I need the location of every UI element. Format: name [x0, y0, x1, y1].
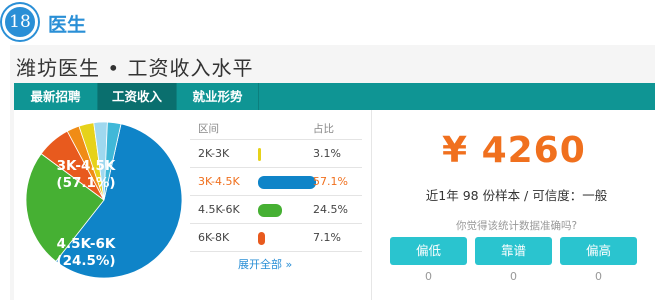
vote-low-button[interactable]: 偏低	[390, 237, 467, 265]
row-share: 57.1%	[313, 175, 348, 188]
header-range: 区间	[198, 123, 219, 135]
accuracy-question: 你觉得该统计数据准确吗?	[455, 220, 578, 232]
vote-high-count: 0	[595, 270, 602, 283]
average-salary: ¥ 4260	[442, 130, 586, 171]
tab-bar: 最新招聘 工资收入 就业形势	[14, 83, 655, 110]
row-range: 4.5K-6K	[198, 203, 240, 216]
vote-reliable-button[interactable]: 靠谱	[475, 237, 552, 265]
pie-label-big-pct: (57.1%)	[56, 175, 115, 191]
section-title: 医生	[48, 14, 87, 36]
row-share-bar	[258, 232, 265, 245]
row-range: 2K-3K	[198, 147, 230, 160]
tab-employment-outlook[interactable]: 就业形势	[177, 83, 259, 110]
table-row: 4.5K-6K 24.5%	[190, 196, 362, 224]
vote-reliable-count: 0	[510, 270, 517, 283]
salary-pie-chart: 3K-4.5K (57.1%) 4.5K-6K (24.5%)	[25, 121, 183, 279]
table-row: 6K-8K 7.1%	[190, 224, 362, 252]
pie-label-mid-pct: (24.5%)	[56, 253, 115, 269]
row-share: 24.5%	[313, 203, 348, 216]
panel-content: 3K-4.5K (57.1%) 4.5K-6K (24.5%) 区间 占比 2K…	[14, 110, 655, 300]
divider	[371, 110, 372, 300]
tab-salary-income[interactable]: 工资收入	[97, 83, 177, 110]
table-header: 区间 占比	[190, 118, 362, 140]
table-row: 3K-4.5K 57.1%	[190, 168, 362, 196]
row-share: 7.1%	[313, 231, 341, 244]
row-range: 3K-4.5K	[198, 175, 240, 188]
header-share: 占比	[313, 123, 334, 135]
section-number-badge: 18	[2, 4, 38, 40]
expand-all-link[interactable]: 展开全部 »	[238, 256, 292, 272]
vote-low-count: 0	[425, 270, 432, 283]
row-share-bar	[258, 204, 282, 217]
section-header: 18 医生	[0, 0, 655, 44]
row-range: 6K-8K	[198, 231, 230, 244]
salary-panel: 潍坊医生 • 工资收入水平 最新招聘 工资收入 就业形势 3K-4.5K (57…	[10, 45, 655, 300]
pie-label-mid-range: 4.5K-6K	[57, 236, 116, 252]
tab-latest-jobs[interactable]: 最新招聘	[14, 83, 97, 110]
row-share-bar	[258, 176, 316, 189]
pie-label-big-range: 3K-4.5K	[57, 158, 116, 174]
vote-high-button[interactable]: 偏高	[560, 237, 637, 265]
section-number: 18	[9, 12, 31, 32]
row-share-bar	[258, 148, 261, 161]
panel-title: 潍坊医生 • 工资收入水平	[16, 56, 254, 80]
sample-info: 近1年 98 份样本 / 可信度：一般	[425, 188, 608, 203]
table-row: 2K-3K 3.1%	[190, 140, 362, 168]
row-share: 3.1%	[313, 147, 341, 160]
